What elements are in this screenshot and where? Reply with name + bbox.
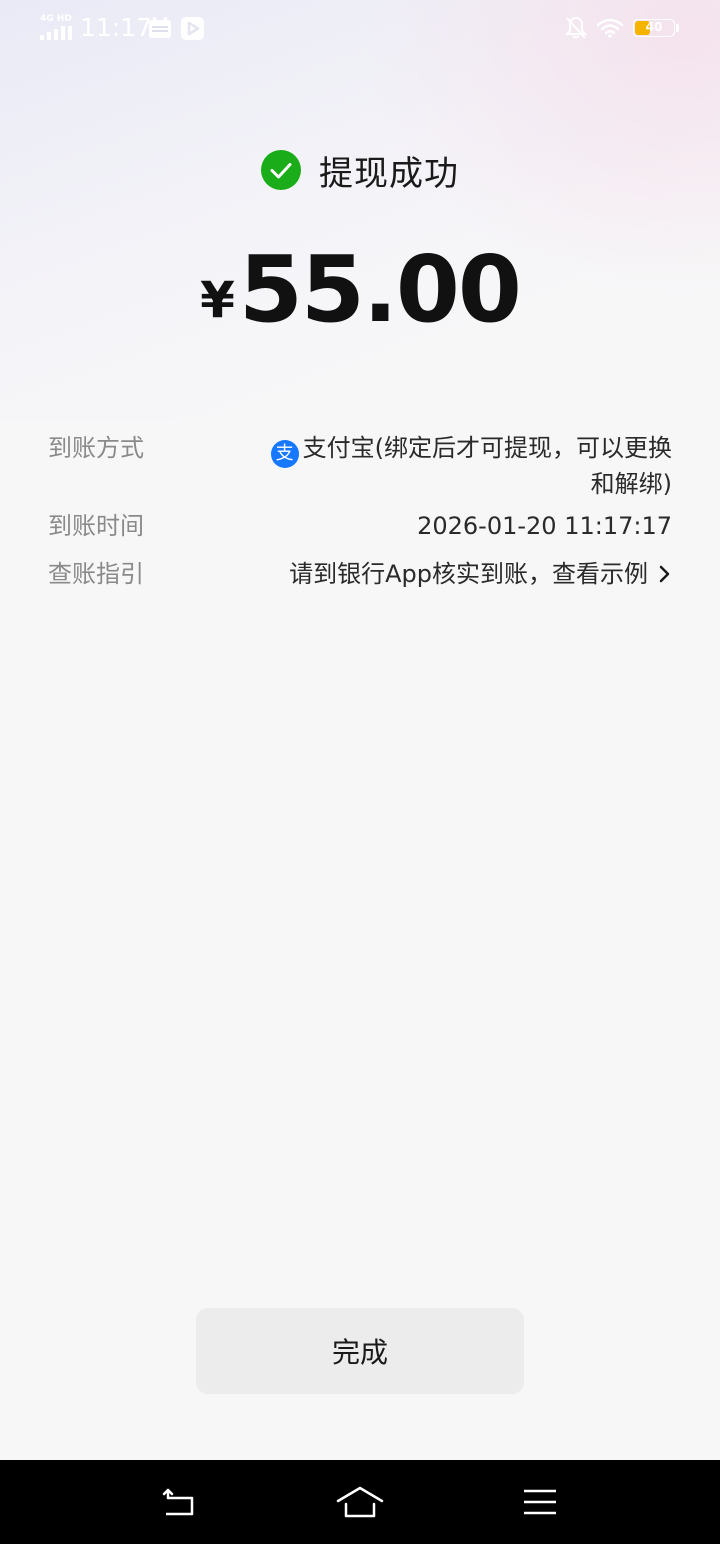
status-bar: 4G HD 11:17 40 <box>0 0 720 56</box>
battery-icon: 40 <box>633 19 675 37</box>
result-header: 提现成功 <box>0 140 720 200</box>
withdraw-amount: ¥55.00 <box>0 236 720 343</box>
back-icon[interactable] <box>162 1487 198 1517</box>
home-icon[interactable] <box>336 1485 384 1519</box>
menu-icon[interactable] <box>523 1488 557 1516</box>
menu-button[interactable] <box>510 1478 570 1526</box>
guide-label: 查账指引 <box>48 560 144 588</box>
back-button[interactable] <box>150 1478 210 1526</box>
battery-level: 40 <box>645 20 663 34</box>
time-value: 2026-01-20 11:17:17 <box>417 512 672 540</box>
detail-row-time: 到账时间 2026-01-20 11:17:17 <box>48 510 672 542</box>
method-value-line2: 和解绑) <box>590 470 672 498</box>
battery-tip <box>676 24 679 32</box>
amount-value: 55.00 <box>238 236 522 343</box>
clock: 11:17 <box>80 13 153 42</box>
guide-value[interactable]: 请到银行App核实到账，查看示例 <box>289 558 648 590</box>
calendar-icon <box>149 17 171 38</box>
method-label: 到账方式 <box>48 434 144 462</box>
check-circle-icon <box>261 150 301 190</box>
header-background <box>0 0 720 420</box>
video-app-icon <box>181 17 204 40</box>
wifi-icon <box>596 18 624 38</box>
alipay-icon: 支 <box>270 440 299 468</box>
mute-bell-icon <box>565 16 587 39</box>
detail-row-method: 到账方式 支支付宝(绑定后才可提现，可以更换 和解绑) <box>48 432 672 498</box>
chevron-right-icon[interactable] <box>658 563 672 585</box>
result-title: 提现成功 <box>319 153 459 194</box>
done-button[interactable]: 完成 <box>196 1308 524 1394</box>
network-type: 4G HD <box>40 14 72 24</box>
cellular-signal-icon: 4G HD <box>40 14 72 40</box>
method-value-line1: 支付宝(绑定后才可提现，可以更换 <box>302 434 672 462</box>
navigation-bar <box>0 1460 720 1544</box>
currency-symbol: ¥ <box>200 271 235 329</box>
method-value: 支支付宝(绑定后才可提现，可以更换 和解绑) <box>232 432 672 500</box>
home-button[interactable] <box>330 1478 390 1526</box>
guide-link[interactable]: 请到银行App核实到账，查看示例 <box>289 558 672 590</box>
time-label: 到账时间 <box>48 512 144 540</box>
detail-row-guide[interactable]: 查账指引 请到银行App核实到账，查看示例 <box>48 558 672 590</box>
